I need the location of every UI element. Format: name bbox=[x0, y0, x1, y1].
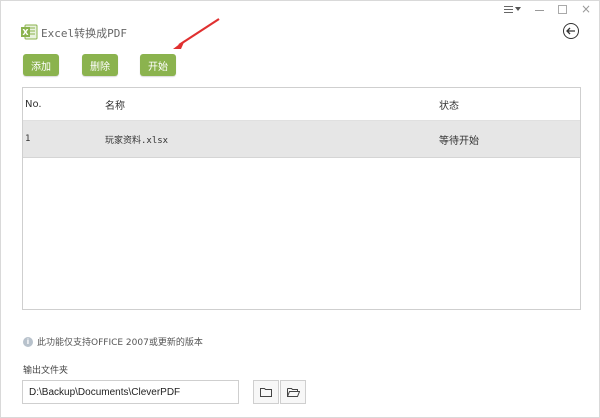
browse-folder-button[interactable] bbox=[253, 380, 279, 404]
app-window: × X Excel转换成PDF 添加 删除 开始 No. 名称 状态 1 玩家资… bbox=[0, 0, 600, 418]
open-folder-button[interactable] bbox=[280, 380, 306, 404]
column-header-no: No. bbox=[25, 98, 42, 110]
delete-button[interactable]: 删除 bbox=[82, 54, 118, 76]
info-line: i 此功能仅支持OFFICE 2007或更新的版本 bbox=[23, 335, 203, 348]
window-controls: × bbox=[503, 1, 591, 17]
open-folder-icon bbox=[286, 388, 300, 397]
column-header-name: 名称 bbox=[105, 100, 125, 112]
folder-icon bbox=[260, 388, 272, 397]
svg-text:X: X bbox=[22, 28, 29, 37]
row-name: 玩家资料.xlsx bbox=[105, 135, 169, 146]
maximize-icon[interactable] bbox=[557, 4, 567, 14]
file-table: No. 名称 状态 1 玩家资料.xlsx 等待开始 bbox=[22, 87, 581, 310]
add-button[interactable]: 添加 bbox=[23, 54, 59, 76]
output-path-input[interactable]: D:\Backup\Documents\CleverPDF bbox=[22, 380, 239, 404]
excel-logo-icon: X bbox=[21, 24, 38, 40]
back-arrow-icon[interactable] bbox=[563, 23, 579, 39]
row-status: 等待开始 bbox=[439, 135, 479, 147]
minimize-icon[interactable] bbox=[534, 9, 544, 11]
info-icon: i bbox=[23, 336, 33, 347]
info-text: 此功能仅支持OFFICE 2007或更新的版本 bbox=[37, 338, 203, 348]
output-folder-label: 输出文件夹 bbox=[23, 366, 69, 376]
close-icon[interactable]: × bbox=[581, 1, 591, 17]
table-header: No. 名称 状态 bbox=[23, 88, 580, 121]
column-header-status: 状态 bbox=[439, 100, 459, 112]
row-no: 1 bbox=[25, 134, 31, 144]
app-title: Excel转换成PDF bbox=[41, 27, 127, 40]
start-button[interactable]: 开始 bbox=[140, 54, 176, 76]
red-arrow-annotation bbox=[173, 18, 220, 49]
hamburger-menu-icon[interactable] bbox=[503, 5, 521, 13]
table-row[interactable]: 1 玩家资料.xlsx 等待开始 bbox=[23, 121, 580, 158]
